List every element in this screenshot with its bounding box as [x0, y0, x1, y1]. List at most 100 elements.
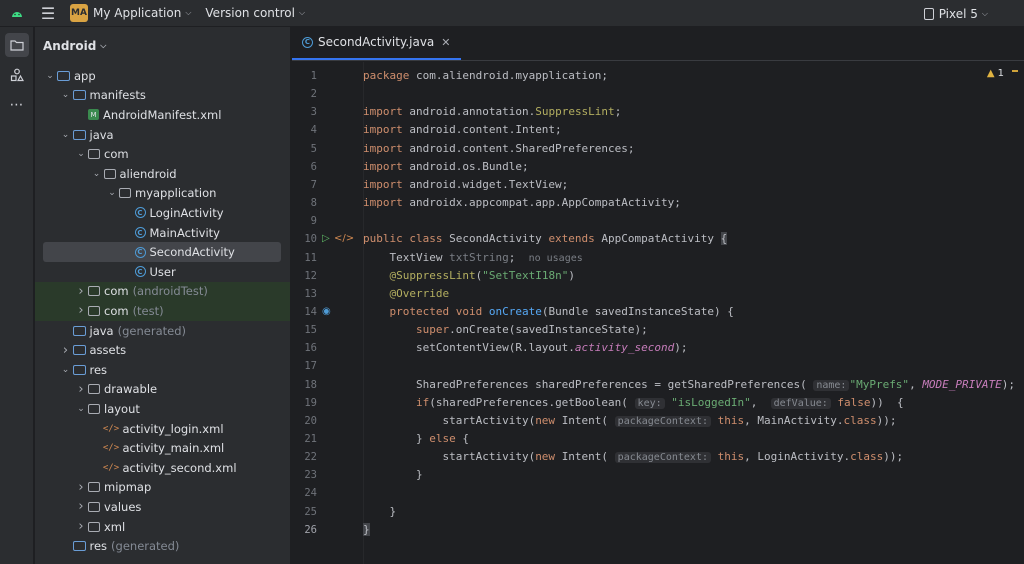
- tree-item[interactable]: ⌄ java: [35, 125, 290, 145]
- class-icon: C: [302, 36, 313, 48]
- tree-item-qualifier: (test): [132, 303, 164, 318]
- line-number: 6: [310, 160, 317, 173]
- code-line[interactable]: TextView txtString; no usages: [363, 249, 582, 267]
- xml-icon: </>: [102, 423, 120, 434]
- tree-item-label: SecondActivity: [149, 245, 235, 260]
- chevron-down-icon[interactable]: ⌄: [90, 169, 104, 179]
- code-line[interactable]: package com.aliendroid.myapplication;: [363, 67, 608, 85]
- code-line[interactable]: @SuppressLint("SetTextI18n"): [363, 267, 574, 285]
- code-line[interactable]: import android.widget.TextView;: [363, 176, 568, 194]
- code-line[interactable]: super.onCreate(savedInstanceState);: [363, 321, 648, 339]
- tree-item[interactable]: › assets: [35, 340, 290, 360]
- tree-item[interactable]: C LoginActivity: [35, 203, 290, 223]
- code-line[interactable]: @Override: [363, 285, 449, 303]
- tree-item-label: MainActivity: [149, 225, 220, 240]
- chevron-right-icon[interactable]: ›: [74, 480, 88, 495]
- chevron-down-icon[interactable]: ⌄: [74, 149, 88, 159]
- code-line[interactable]: } else {: [363, 430, 469, 448]
- tree-item-label: drawable: [104, 382, 158, 397]
- tree-item-label: res: [89, 539, 108, 554]
- project-badge[interactable]: MA: [70, 4, 88, 22]
- close-icon[interactable]: ✕: [441, 36, 450, 49]
- chevron-down-icon[interactable]: ⌵: [299, 8, 305, 18]
- chevron-down-icon[interactable]: ⌄: [59, 365, 73, 375]
- tree-item[interactable]: › drawable: [35, 380, 290, 400]
- code-line[interactable]: }: [363, 466, 423, 484]
- tree-item[interactable]: C User: [35, 262, 290, 282]
- code-line[interactable]: startActivity(new Intent( packageContext…: [363, 448, 903, 466]
- layout-link-icon[interactable]: </>: [334, 230, 354, 248]
- more-tools-icon[interactable]: ⋯: [5, 93, 29, 117]
- tree-item[interactable]: › com (test): [35, 301, 290, 321]
- tree-item[interactable]: ⌄ layout: [35, 399, 290, 419]
- line-number: 19: [304, 396, 317, 409]
- tree-item[interactable]: java (generated): [35, 321, 290, 341]
- code-line[interactable]: public class SecondActivity extends AppC…: [363, 230, 728, 248]
- code-line[interactable]: import android.os.Bundle;: [363, 158, 529, 176]
- project-folder-icon[interactable]: [4, 33, 29, 57]
- device-selector[interactable]: Pixel 5 ⌵: [923, 0, 988, 27]
- code-line[interactable]: import android.content.Intent;: [363, 121, 562, 139]
- tree-item-label: myapplication: [135, 186, 217, 201]
- tree-item[interactable]: ⌄ com: [35, 144, 290, 164]
- code-line[interactable]: startActivity(new Intent( packageContext…: [363, 412, 896, 430]
- tree-item[interactable]: › com (androidTest): [35, 281, 290, 302]
- code-line[interactable]: if(sharedPreferences.getBoolean( key: "i…: [363, 394, 904, 412]
- tree-item[interactable]: </> activity_login.xml: [35, 419, 290, 439]
- warning-count: 1: [997, 68, 1004, 79]
- chevron-right-icon[interactable]: ›: [59, 343, 73, 358]
- line-number: 26: [304, 523, 317, 536]
- tree-item-label: aliendroid: [119, 166, 177, 181]
- version-control-dropdown[interactable]: Version control: [205, 6, 295, 20]
- main-menu-icon[interactable]: ☰: [34, 4, 62, 23]
- chevron-right-icon[interactable]: ›: [74, 303, 88, 318]
- tree-item-label: java: [89, 127, 114, 142]
- tree-item[interactable]: ⌄ res: [35, 360, 290, 380]
- override-method-icon[interactable]: ◉: [322, 303, 331, 321]
- tree-item-label: activity_login.xml: [122, 421, 224, 436]
- chevron-down-icon[interactable]: ⌄: [74, 404, 88, 414]
- code-line[interactable]: }: [363, 521, 370, 539]
- line-number: 12: [304, 269, 317, 282]
- tree-item[interactable]: res (generated): [35, 536, 290, 556]
- code-area[interactable]: package com.aliendroid.myapplication; imp…: [363, 62, 1024, 564]
- tree-item[interactable]: › values: [35, 497, 290, 517]
- code-line[interactable]: SharedPreferences sharedPreferences = ge…: [363, 376, 1015, 394]
- chevron-right-icon[interactable]: ›: [74, 382, 88, 397]
- tree-item[interactable]: › mipmap: [35, 478, 290, 498]
- tab-second-activity[interactable]: C SecondActivity.java ✕: [292, 26, 461, 60]
- tree-item[interactable]: ⌄ manifests: [35, 86, 290, 106]
- tree-item[interactable]: </> activity_second.xml: [35, 458, 290, 478]
- tree-item[interactable]: C MainActivity: [35, 223, 290, 243]
- chevron-right-icon[interactable]: ›: [74, 519, 88, 534]
- code-line[interactable]: import android.annotation.SuppressLint;: [363, 103, 621, 121]
- package-icon: [88, 384, 100, 395]
- tree-item[interactable]: ⌄ myapplication: [35, 184, 290, 204]
- code-line[interactable]: import androidx.appcompat.app.AppCompatA…: [363, 194, 681, 212]
- chevron-down-icon[interactable]: ⌄: [59, 90, 73, 100]
- tree-item[interactable]: ⌄ aliendroid: [35, 164, 290, 184]
- inspection-widget[interactable]: ▲ 1: [987, 68, 1004, 79]
- line-number: 4: [310, 124, 317, 137]
- chevron-right-icon[interactable]: ›: [74, 499, 88, 514]
- tree-item[interactable]: M AndroidManifest.xml: [35, 105, 290, 125]
- chevron-down-icon[interactable]: ⌄: [59, 130, 73, 140]
- resource-manager-icon[interactable]: [5, 63, 29, 87]
- tab-label: SecondActivity.java: [318, 35, 435, 49]
- project-name-dropdown[interactable]: My Application: [93, 6, 181, 20]
- tree-item[interactable]: </> activity_main.xml: [35, 438, 290, 458]
- code-line[interactable]: protected void onCreate(Bundle savedInst…: [363, 303, 733, 321]
- chevron-down-icon[interactable]: ⌄: [43, 71, 57, 81]
- project-view-selector[interactable]: Android ⌵: [35, 27, 290, 65]
- code-line[interactable]: }: [363, 503, 396, 521]
- class-icon: C: [134, 246, 146, 258]
- tree-item[interactable]: C SecondActivity: [43, 242, 281, 262]
- code-line[interactable]: import android.content.SharedPreferences…: [363, 140, 635, 158]
- chevron-right-icon[interactable]: ›: [74, 284, 88, 299]
- chevron-down-icon[interactable]: ⌵: [185, 8, 191, 18]
- tree-item[interactable]: › xml: [35, 517, 290, 537]
- run-icon[interactable]: ▷: [322, 230, 330, 248]
- code-line[interactable]: setContentView(R.layout.activity_second)…: [363, 339, 688, 357]
- tree-item[interactable]: ⌄ app: [35, 66, 290, 86]
- chevron-down-icon[interactable]: ⌄: [105, 188, 119, 198]
